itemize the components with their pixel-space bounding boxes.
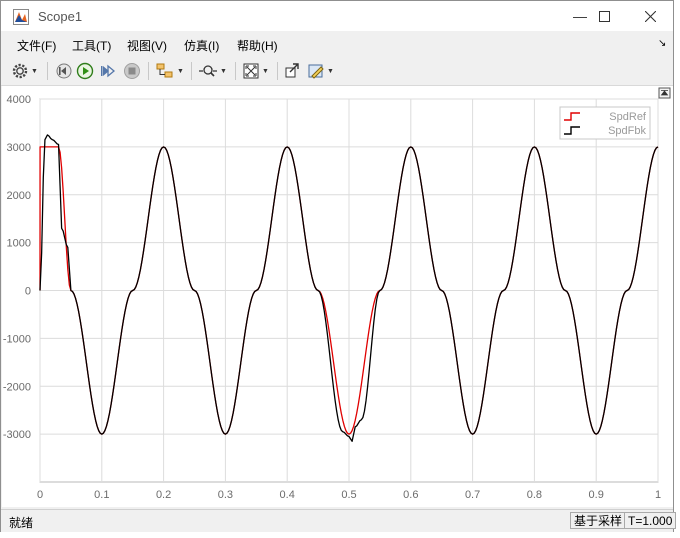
maximize-button[interactable] [581, 1, 627, 31]
menu-tools[interactable]: 工具(T) [72, 37, 111, 54]
close-button[interactable] [627, 1, 673, 31]
settings-icon [12, 63, 28, 79]
status-bar: 就绪 基于采样 T=1.000 [1, 509, 677, 532]
menu-simulation[interactable]: 仿真(I) [184, 37, 219, 54]
y-tick-label: -1000 [3, 333, 31, 345]
title-bar[interactable]: Scope1 — [1, 1, 673, 31]
menu-view[interactable]: 视图(V) [127, 37, 167, 54]
undock-icon[interactable]: ↘ [658, 38, 666, 49]
edit-style-dropdown-icon[interactable]: ▼ [327, 68, 334, 75]
autoscale-icon [243, 63, 259, 79]
x-tick-label: 0.6 [403, 489, 418, 501]
toolbar-separator [148, 62, 149, 80]
settings-dropdown-icon[interactable]: ▼ [31, 68, 38, 75]
y-tick-label: 0 [25, 286, 31, 298]
scope-window: Scope1 — 文件(F) 工具(T) 视图(V) 仿真(I) 帮助(H) ↘… [0, 0, 677, 532]
menu-file[interactable]: 文件(F) [17, 37, 56, 54]
x-tick-label: 0.7 [465, 489, 480, 501]
x-tick-label: 0.2 [156, 489, 171, 501]
y-tick-label: 2000 [7, 190, 31, 202]
sample-mode-badge: 基于采样 [570, 512, 627, 529]
run-button[interactable] [76, 61, 94, 81]
zoom-icon [199, 65, 217, 77]
y-tick-label: 1000 [7, 238, 31, 250]
menu-bar: 文件(F) 工具(T) 视图(V) 仿真(I) 帮助(H) ↘ [1, 31, 673, 57]
y-tick-label: -3000 [3, 429, 31, 441]
legend-label-spdref: SpdRef [609, 111, 647, 123]
close-icon [644, 10, 656, 22]
y-tick-label: 4000 [7, 94, 31, 106]
highlight-block-button[interactable]: ▼ [155, 61, 184, 81]
highlight-block-icon [156, 63, 173, 78]
maximize-icon [598, 10, 610, 22]
toolbar-separator [47, 62, 48, 80]
toolbar: ▼ ▼ ▼ ▼ ▼ [1, 57, 673, 86]
zoom-dropdown-icon[interactable]: ▼ [220, 68, 227, 75]
x-tick-label: 0.9 [589, 489, 604, 501]
autoscale-button[interactable]: ▼ [242, 61, 269, 81]
status-text: 就绪 [9, 516, 34, 530]
scope-app-icon [13, 9, 29, 25]
sim-time-readout: T=1.000 [624, 512, 677, 529]
toolbar-separator [191, 62, 192, 80]
legend-label-spdfbk: SpdFbk [608, 125, 646, 137]
edit-style-button[interactable]: ▼ [307, 61, 334, 81]
menu-help[interactable]: 帮助(H) [237, 37, 278, 54]
step-forward-icon [101, 64, 116, 78]
toolbar-separator [235, 62, 236, 80]
autoscale-dropdown-icon[interactable]: ▼ [262, 68, 269, 75]
toolbar-separator [277, 62, 278, 80]
plot-area: 0 0.1 0.2 0.3 0.4 0.5 0.6 0.7 0.8 0.9 1 4000 3000 200… [2, 86, 673, 507]
y-tick-label: -2000 [3, 381, 31, 393]
x-tick-label: 0.4 [280, 489, 295, 501]
x-tick-label: 0.8 [527, 489, 542, 501]
x-tick-label: 0.5 [341, 489, 356, 501]
x-tick-label: 1 [655, 489, 661, 501]
zoom-button[interactable]: ▼ [198, 61, 227, 81]
highlight-dropdown-icon[interactable]: ▼ [177, 68, 184, 75]
edit-style-icon [308, 64, 324, 79]
x-tick-label: 0.1 [94, 489, 109, 501]
settings-button[interactable]: ▼ [11, 61, 38, 81]
scope-plot[interactable]: 0 0.1 0.2 0.3 0.4 0.5 0.6 0.7 0.8 0.9 1 4000 3000 200… [2, 86, 673, 507]
stop-button[interactable] [123, 61, 141, 81]
window-title: Scope1 [38, 9, 83, 24]
stop-icon [124, 63, 140, 79]
restore-layout-icon [285, 63, 299, 78]
restore-layout-button[interactable] [284, 61, 302, 81]
step-forward-button[interactable] [99, 61, 117, 81]
x-tick-label: 0.3 [218, 489, 233, 501]
run-icon [76, 62, 94, 80]
y-tick-label: 3000 [7, 142, 31, 154]
x-tick-label: 0 [37, 489, 43, 501]
step-back-button[interactable] [54, 61, 72, 81]
step-back-icon [56, 63, 72, 79]
